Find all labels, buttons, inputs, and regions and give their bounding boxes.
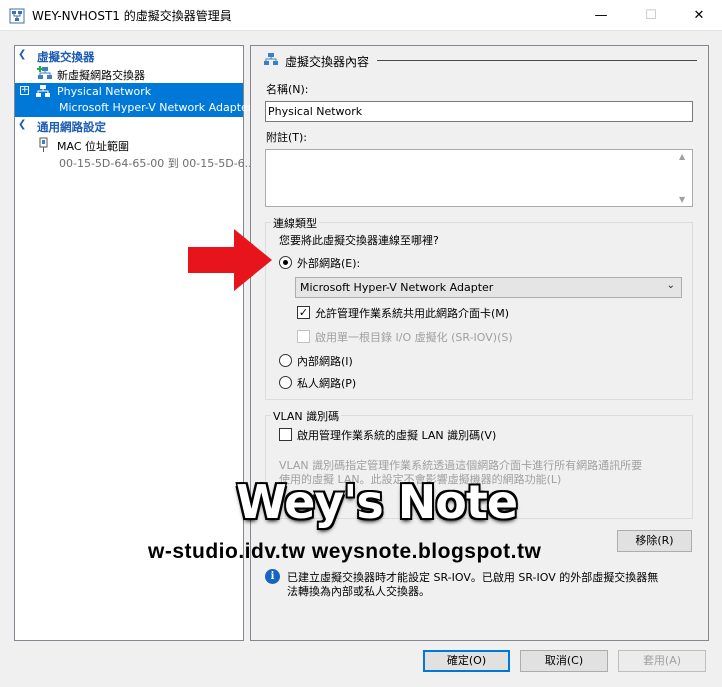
name-input[interactable]: Physical Network — [265, 101, 693, 122]
collapse-chevron-icon[interactable]: ❮ — [18, 119, 26, 130]
app-icon — [9, 8, 25, 24]
scroll-down-icon[interactable]: ▼ — [679, 195, 685, 204]
maximize-button[interactable]: ☐ — [628, 0, 674, 31]
internal-network-label: 內部網路(I) — [297, 355, 353, 368]
sriov-checkbox[interactable] — [297, 330, 310, 343]
collapse-chevron-icon[interactable]: ❮ — [18, 49, 26, 60]
apply-button[interactable]: 套用(A) — [618, 650, 706, 672]
dialog-client: ❮ 虛擬交換器 新虛擬網路交換器 + Physical Network Micr… — [0, 31, 722, 687]
red-arrow-annotation — [188, 229, 272, 291]
notes-textarea[interactable]: ▲ ▼ — [265, 149, 693, 207]
cancel-button[interactable]: 取消(C) — [520, 650, 608, 672]
minimize-button[interactable]: — — [578, 0, 624, 31]
chevron-down-icon: ⌄ — [666, 280, 675, 291]
external-network-label: 外部網路(E): — [297, 257, 361, 270]
section-virtual-switches[interactable]: ❮ 虛擬交換器 — [15, 48, 243, 65]
scroll-up-icon[interactable]: ▲ — [679, 152, 685, 161]
vlan-title: VLAN 識別碼 — [271, 408, 342, 424]
notes-label: 附註(T): — [266, 131, 308, 144]
external-adapter-select[interactable]: Microsoft Hyper-V Network Adapter ⌄ — [295, 277, 682, 298]
external-network-radio[interactable] — [279, 256, 292, 269]
title-bar: WEY-NVHOST1 的虛擬交換器管理員 — ☐ ✕ — [0, 0, 722, 31]
sriov-label: 啟用單一根目錄 I/O 虛擬化 (SR-IOV)(S) — [315, 331, 513, 344]
tree-item-mac-range[interactable]: MAC 位址範圍 00-15-5D-64-65-00 到 00-15-5D-6.… — [15, 136, 255, 170]
url-watermark: w-studio.idv.tw weysnote.blogspot.tw — [148, 540, 542, 563]
private-network-radio[interactable] — [279, 376, 292, 389]
sriov-info-line-2: 法轉換為內部或私人交換器。 — [287, 585, 430, 598]
tree-item-physical-network[interactable]: + Physical Network Microsoft Hyper-V Net… — [15, 83, 252, 117]
close-button[interactable]: ✕ — [676, 0, 722, 31]
allow-management-os-label: 允許管理作業系統共用此網路介面卡(M) — [315, 307, 510, 320]
private-network-label: 私人網路(P) — [297, 377, 357, 390]
info-icon: i — [265, 569, 280, 584]
remove-button[interactable]: 移除(R) — [617, 530, 692, 552]
brand-watermark: Wey's Note — [236, 475, 518, 529]
name-label: 名稱(N): — [266, 83, 309, 96]
notes-scrollbar[interactable]: ▲ ▼ — [675, 150, 692, 206]
new-switch-icon — [37, 66, 52, 79]
mac-address-icon — [39, 137, 48, 152]
tree-item-new-switch[interactable]: 新虛擬網路交換器 — [15, 65, 243, 82]
heading-divider — [377, 60, 697, 61]
vlan-checkbox[interactable] — [279, 428, 292, 441]
allow-management-os-checkbox[interactable]: ✓ — [297, 306, 310, 319]
internal-network-radio[interactable] — [279, 354, 292, 367]
window-title: WEY-NVHOST1 的虛擬交換器管理員 — [32, 9, 232, 23]
switch-icon — [264, 53, 278, 65]
connection-type-title: 連線類型 — [271, 215, 319, 231]
vlan-checkbox-label: 啟用管理作業系統的虛擬 LAN 識別碼(V) — [297, 429, 497, 442]
ok-button[interactable]: 確定(O) — [423, 650, 510, 672]
section-global-network-settings[interactable]: ❮ 通用網路設定 — [15, 118, 243, 135]
connection-question: 您要將此虛擬交換器連線至哪裡? — [279, 234, 439, 247]
switch-icon — [36, 85, 50, 97]
expand-icon[interactable]: + — [20, 86, 29, 95]
